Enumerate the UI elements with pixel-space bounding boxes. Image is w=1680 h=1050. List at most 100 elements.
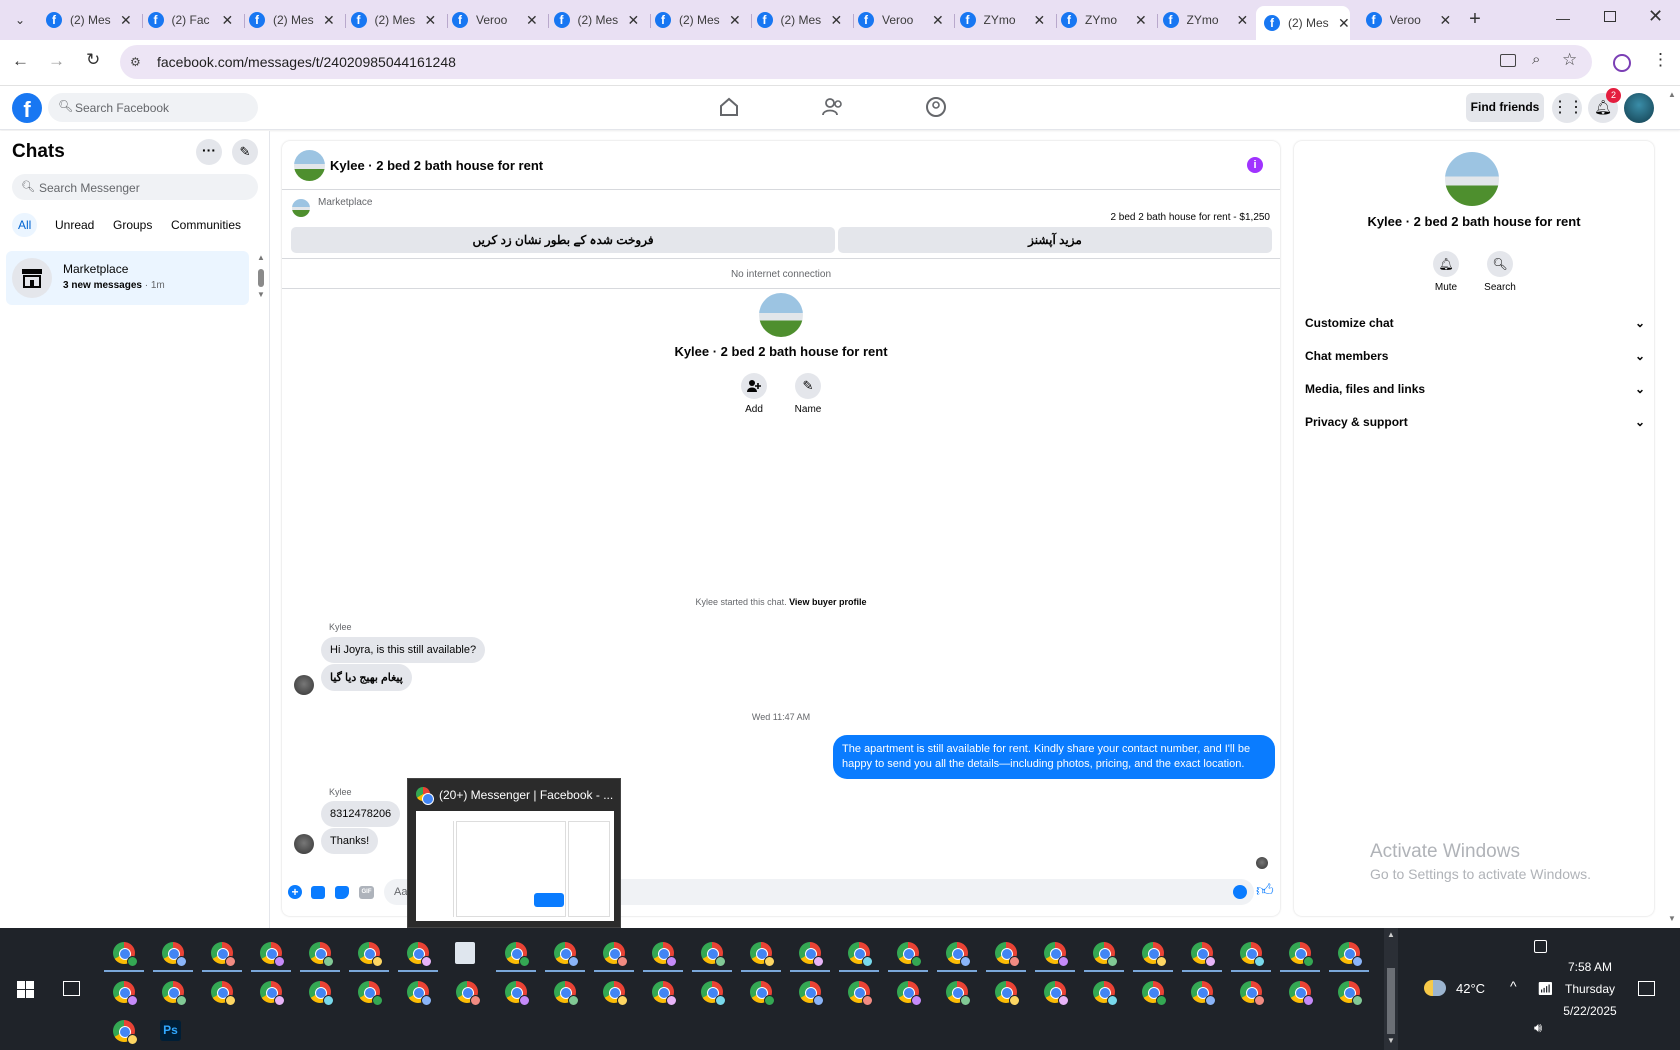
home-icon[interactable] [718,97,740,117]
browser-menu-icon[interactable]: ⋮ [1652,50,1669,70]
notification-center-icon[interactable] [1638,981,1655,996]
chrome-taskbar-icon[interactable] [799,981,824,1006]
more-actions-plus-icon[interactable]: + [288,885,302,899]
photoshop-icon[interactable]: Ps [160,1020,181,1041]
sender-avatar[interactable] [294,675,314,695]
close-tab-icon[interactable]: ✕ [526,12,538,29]
close-tab-icon[interactable]: ✕ [628,12,640,29]
scrollbar[interactable]: ▲ ▼ [256,253,266,305]
customize-chat-section[interactable]: Customize chat ⌄ [1305,311,1645,335]
chrome-taskbar-icon[interactable] [603,981,628,1006]
chrome-taskbar-icon[interactable] [211,981,236,1006]
browser-tab[interactable]: f ZYmo ✕ [959,6,1046,34]
scroll-up-arrow[interactable]: ▲ [1387,930,1395,939]
profile-icon[interactable] [1613,54,1631,72]
find-friends-button[interactable]: Find friends [1466,93,1544,122]
browser-tab[interactable]: f (2) Mes ✕ [350,6,436,34]
listing-title[interactable]: 2 bed 2 bath house for rent - $1,250 [1110,212,1270,223]
message-bubble-incoming[interactable]: پیغام بھیج دیا گیا [321,664,412,691]
emoji-icon[interactable] [1233,885,1247,899]
network-icon[interactable]: 📶︎ [1537,981,1554,997]
chrome-taskbar-icon[interactable] [1142,981,1167,1006]
clock-time[interactable]: 7:58 AM [1560,960,1620,974]
chrome-taskbar-icon[interactable] [1191,981,1216,1006]
volume-icon[interactable]: 🔊︎ [1534,1020,1542,1036]
chrome-taskbar-icon[interactable] [162,942,187,967]
add-people-button[interactable] [741,373,767,399]
chrome-taskbar-icon[interactable] [1240,942,1265,967]
chrome-taskbar-icon[interactable] [113,981,138,1006]
profile-photo[interactable] [759,293,803,337]
chrome-taskbar-icon[interactable] [309,981,334,1006]
chrome-taskbar-icon[interactable] [162,981,187,1006]
back-icon[interactable]: ← [12,51,29,71]
chrome-taskbar-icon[interactable] [1289,981,1314,1006]
site-info-icon[interactable]: ⚙ [130,55,141,69]
browser-tab[interactable]: f (2) Mes ✕ [249,6,335,34]
scroll-down-arrow[interactable]: ▼ [1668,914,1676,923]
chrome-taskbar-icon[interactable] [505,981,530,1006]
message-bubble-incoming[interactable]: Hi Joyra, is this still available? [321,637,486,663]
chrome-taskbar-icon[interactable] [309,942,334,967]
scroll-down-arrow[interactable]: ▼ [257,290,265,299]
chrome-taskbar-icon[interactable] [1142,942,1167,967]
chrome-taskbar-icon[interactable] [260,981,285,1006]
scroll-thumb[interactable] [258,269,264,287]
close-tab-icon[interactable]: ✕ [222,12,234,29]
chrome-taskbar-icon[interactable] [358,981,383,1006]
close-tab-icon[interactable]: ✕ [120,12,132,29]
browser-tab[interactable]: f (2) Fac ✕ [147,6,234,34]
taskbar-scroll[interactable]: ▲ ▼ [1384,928,1398,1050]
attach-photo-icon[interactable] [311,886,325,899]
chrome-taskbar-icon[interactable] [407,942,432,967]
chrome-taskbar-icon[interactable] [995,942,1020,967]
browser-tab[interactable]: f Veroo ✕ [1365,6,1452,34]
chrome-taskbar-icon[interactable] [750,981,775,1006]
close-tab-icon[interactable]: ✕ [323,12,335,29]
gif-icon[interactable]: GIF [359,886,374,899]
chrome-taskbar-icon[interactable] [113,942,138,967]
message-bubble-incoming[interactable]: Thanks! [321,828,379,854]
browser-tab[interactable]: f (2) Mes ✕ [655,6,741,34]
scroll-thumb[interactable] [1387,968,1395,1034]
chrome-taskbar-icon[interactable] [358,942,383,967]
sender-avatar[interactable] [294,834,314,854]
chrome-taskbar-icon[interactable] [946,942,971,967]
chrome-taskbar-icon[interactable] [848,981,873,1006]
close-tab-icon[interactable]: ✕ [1440,12,1452,29]
clock-day[interactable]: Thursday [1560,982,1620,996]
task-view-icon[interactable] [63,981,80,996]
browser-tab[interactable]: f (2) Mes ✕ [1256,6,1350,40]
chrome-taskbar-icon[interactable] [211,942,236,967]
filter-communities[interactable]: Communities [171,218,241,232]
chrome-taskbar-icon[interactable] [1240,981,1265,1006]
url-text[interactable]: facebook.com/messages/t/2402098504416124… [157,54,456,70]
scroll-up-arrow[interactable]: ▲ [1668,90,1676,99]
chrome-taskbar-icon[interactable] [554,942,579,967]
taskbar-window-preview[interactable]: (20+) Messenger | Facebook - ... [407,778,621,928]
clock-date[interactable]: 5/22/2025 [1560,1004,1620,1018]
marketplace-listing-thumb[interactable] [292,199,310,217]
close-tab-icon[interactable]: ✕ [1338,15,1350,32]
name-chat-button[interactable]: ✎ [795,373,821,399]
weather-icon[interactable] [1424,980,1446,996]
show-hidden-icons[interactable]: ^ [1510,978,1517,994]
sticker-icon[interactable] [335,886,349,899]
chrome-taskbar-icon[interactable] [1093,942,1118,967]
chrome-taskbar-icon[interactable] [848,942,873,967]
chrome-taskbar-icon[interactable] [701,942,726,967]
media-files-links-section[interactable]: Media, files and links ⌄ [1305,377,1645,401]
messenger-search-box[interactable]: 🔍︎ Search Messenger [12,174,258,200]
chrome-taskbar-icon[interactable] [1044,981,1069,1006]
chrome-taskbar-icon[interactable] [995,981,1020,1006]
browser-tab[interactable]: f (2) Mes ✕ [46,6,132,34]
facebook-search-box[interactable]: 🔍︎ Search Facebook [48,93,258,122]
browser-tab[interactable]: f ZYmo ✕ [1162,6,1248,34]
tab-search-button[interactable]: ⌄ [10,10,30,30]
close-tab-icon[interactable]: ✕ [1034,12,1046,29]
chrome-taskbar-icon[interactable] [1044,942,1069,967]
close-tab-icon[interactable]: ✕ [932,12,944,29]
chrome-taskbar-icon[interactable] [652,981,677,1006]
message-bubble-incoming[interactable]: 8312478206 [321,801,401,827]
like-thumb-icon[interactable]: 👍︎ [1256,882,1274,900]
